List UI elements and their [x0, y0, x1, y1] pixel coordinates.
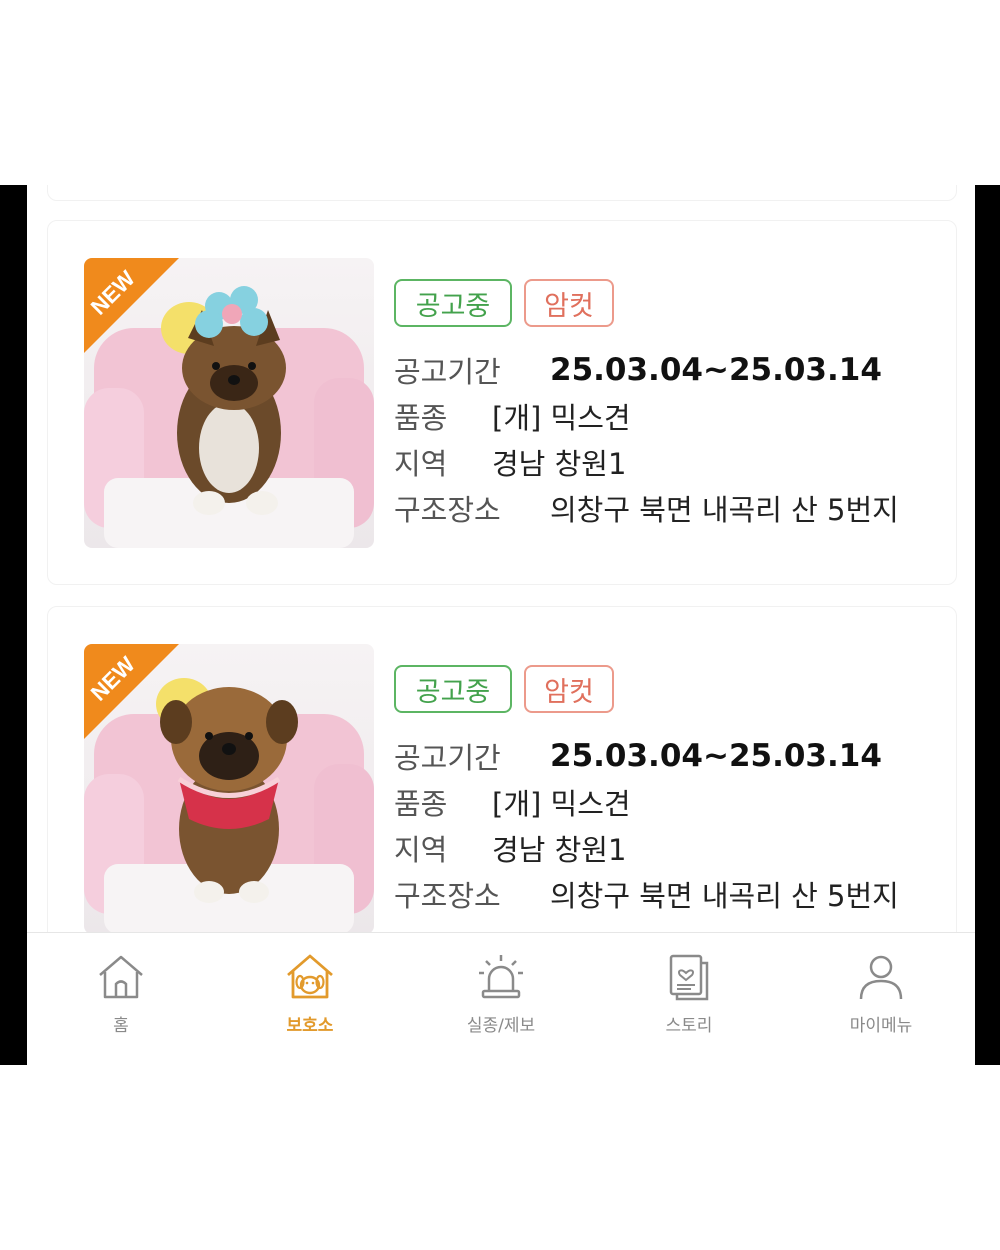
region-label: 지역 [394, 833, 448, 867]
letterbox-left [0, 185, 27, 1065]
breed-label: 품종 [394, 787, 448, 821]
bottom-navigation: 홈 보호소 실종/제보 스토리 마이메뉴 [27, 932, 975, 1065]
shelter-icon [287, 954, 333, 999]
letterbox-right [975, 185, 1000, 1065]
status-badge: 공고중 [394, 279, 512, 327]
rescue-place-value: 의창구 북면 내곡리 산 5번지 [550, 879, 899, 913]
region-value: 경남 창원1 [492, 447, 627, 481]
nav-label-shelter: 보호소 [286, 1016, 334, 1036]
app-screen: NEW 공고중 암컷 공고기간 25.03.04~25.03.14 품종 [개]… [27, 185, 975, 1065]
nav-label-home: 홈 [113, 1016, 129, 1036]
person-icon [859, 955, 903, 1000]
nav-label-story: 스토리 [665, 1016, 713, 1036]
nav-label-missing-report: 실종/제보 [466, 1016, 536, 1036]
rescue-place-label: 구조장소 [394, 879, 501, 913]
home-icon [99, 955, 143, 999]
period-label: 공고기간 [394, 741, 501, 775]
story-icon [669, 954, 709, 1001]
pet-photo[interactable]: NEW [84, 258, 374, 548]
breed-label: 품종 [394, 401, 448, 435]
nav-my-menu[interactable]: 마이메뉴 [811, 951, 951, 1036]
region-label: 지역 [394, 447, 448, 481]
nav-home[interactable]: 홈 [51, 951, 191, 1036]
previous-listing-card[interactable] [47, 185, 957, 201]
breed-value: [개] 믹스견 [492, 401, 631, 435]
listing-info: 공고기간 25.03.04~25.03.14 품종 [개] 믹스견 지역 경남 … [394, 733, 899, 917]
period-value: 25.03.04~25.03.14 [550, 738, 882, 774]
nav-shelter[interactable]: 보호소 [240, 951, 380, 1036]
sex-badge: 암컷 [524, 279, 614, 327]
status-badge: 공고중 [394, 665, 512, 713]
sex-badge: 암컷 [524, 665, 614, 713]
period-value: 25.03.04~25.03.14 [550, 352, 882, 388]
period-label: 공고기간 [394, 355, 501, 389]
listing-card[interactable]: NEW 공고중 암컷 공고기간 25.03.04~25.03.14 품종 [개]… [47, 220, 957, 585]
nav-label-my-menu: 마이메뉴 [849, 1016, 913, 1036]
listing-card[interactable]: NEW 공고중 암컷 공고기간 25.03.04~25.03.14 품종 [개]… [47, 606, 957, 971]
breed-value: [개] 믹스견 [492, 787, 631, 821]
region-value: 경남 창원1 [492, 833, 627, 867]
listing-info: 공고기간 25.03.04~25.03.14 품종 [개] 믹스견 지역 경남 … [394, 347, 899, 531]
nav-story[interactable]: 스토리 [619, 951, 759, 1036]
rescue-place-value: 의창구 북면 내곡리 산 5번지 [550, 493, 899, 527]
pet-photo[interactable]: NEW [84, 644, 374, 934]
siren-icon [479, 955, 523, 999]
nav-missing-report[interactable]: 실종/제보 [431, 951, 571, 1036]
rescue-place-label: 구조장소 [394, 493, 501, 527]
